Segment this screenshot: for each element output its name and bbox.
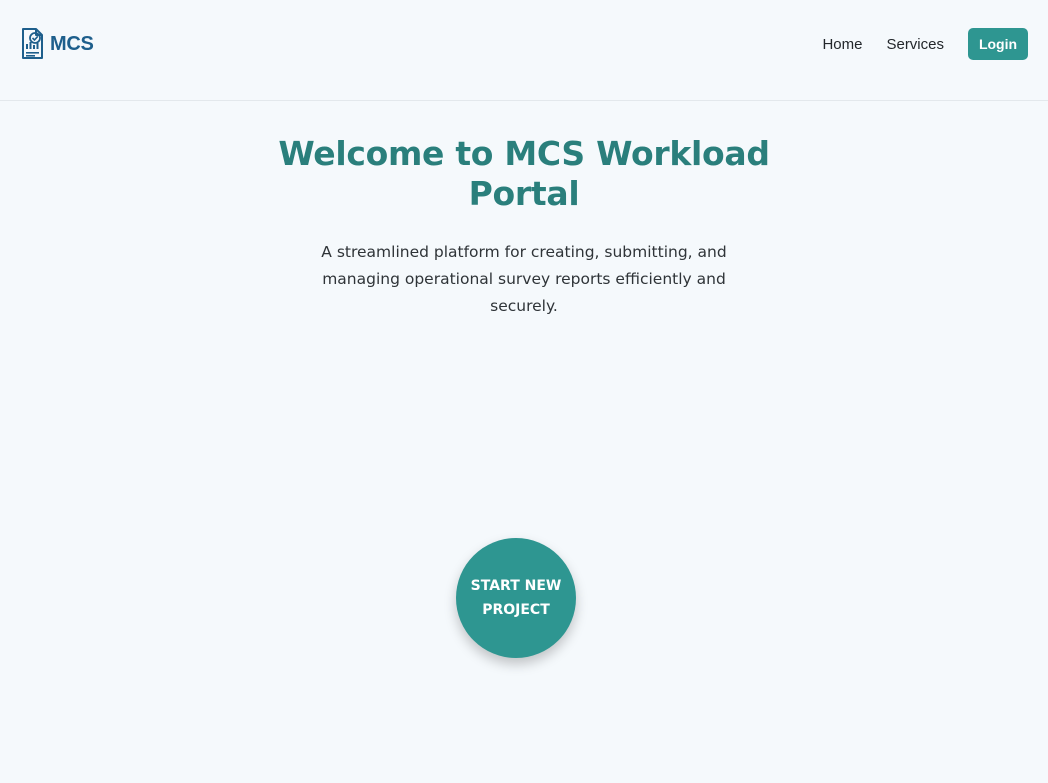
site-header: MCS Home Services Login bbox=[0, 0, 1048, 101]
logo[interactable]: MCS bbox=[20, 27, 94, 61]
hero-subtitle: A streamlined platform for creating, sub… bbox=[321, 243, 727, 315]
hero-section: Welcome to MCS Workload Portal A streaml… bbox=[0, 134, 1048, 320]
report-document-icon bbox=[22, 28, 43, 59]
page-title: Welcome to MCS Workload Portal bbox=[278, 134, 770, 213]
start-new-project-button[interactable]: START NEW PROJECT bbox=[456, 538, 576, 658]
main-nav: Home Services Login bbox=[822, 28, 1028, 60]
login-button[interactable]: Login bbox=[968, 28, 1028, 60]
nav-services-link[interactable]: Services bbox=[886, 36, 944, 53]
nav-home-link[interactable]: Home bbox=[822, 36, 862, 53]
logo-text: MCS bbox=[50, 32, 94, 55]
